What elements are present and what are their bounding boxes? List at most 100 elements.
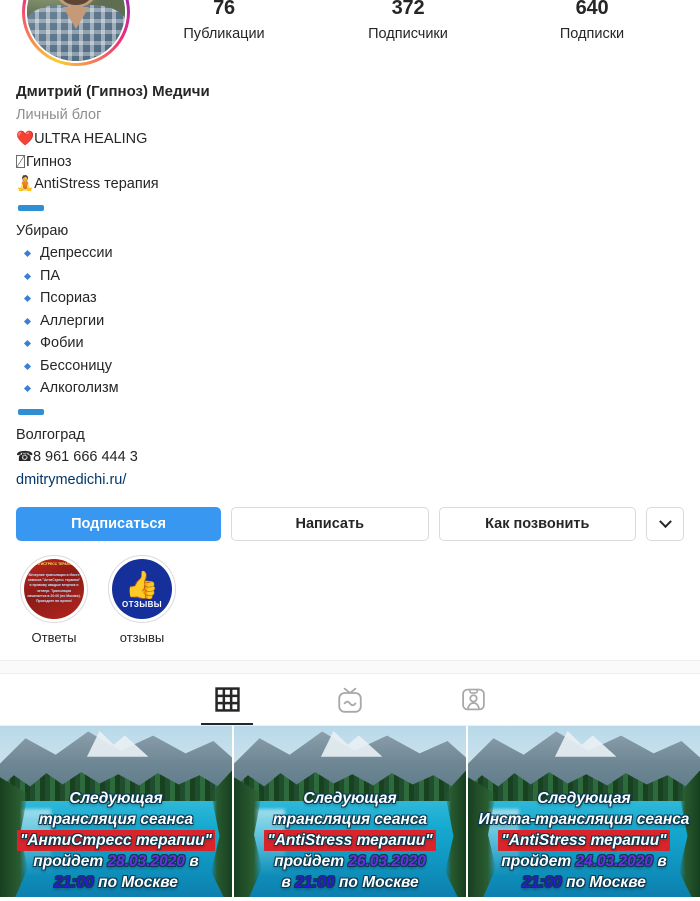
highlight-cover-text: Вечерние трансляции в Инсте сеансов "Ант… xyxy=(27,573,81,604)
profile-header: 76 Публикации 372 Подписчики 640 Подписк… xyxy=(0,0,700,70)
tagged-icon xyxy=(461,688,485,711)
highlight-cover-ring[interactable]: 👍 ОТЗЫВЫ xyxy=(108,555,176,623)
post-prefix: пройдет xyxy=(33,853,108,870)
stat-followers-label: Подписчики xyxy=(368,26,448,42)
post-line-5: в 21:00 по Москве xyxy=(237,872,463,893)
post-time: 21:00 xyxy=(295,874,335,891)
bio-antistress-text: AntiStress терапия xyxy=(34,176,159,192)
posts-grid: Следующая трансляция сеанса "АнтиСтресс … xyxy=(0,726,700,897)
bio-line-hypnosis: Гипноз xyxy=(16,151,684,174)
bio-divider-top xyxy=(18,204,44,211)
stat-followers[interactable]: 372 Подписчики xyxy=(353,0,463,43)
highlight-cover-title: АНТИСТРЕСС ТЕРАПИЯ xyxy=(33,562,75,566)
highlight-cover-ring[interactable]: АНТИСТРЕСС ТЕРАПИЯ Вечерние трансляции в… xyxy=(20,555,88,623)
highlight-otzyvy[interactable]: 👍 ОТЗЫВЫ отзывы xyxy=(108,555,176,646)
stat-following[interactable]: 640 Подписки xyxy=(537,0,647,43)
profile-category: Личный блог xyxy=(16,107,102,123)
post-mid: в xyxy=(653,853,667,870)
bio-conditions-list: Депрессии ПА Псориаз Аллергии Фобии Бесс… xyxy=(22,242,684,400)
igtv-icon xyxy=(338,687,362,713)
more-options-button[interactable] xyxy=(646,507,684,541)
post-time: 21:00 xyxy=(522,874,562,891)
follow-button[interactable]: Подписаться xyxy=(16,507,221,541)
highlight-otvety[interactable]: АНТИСТРЕСС ТЕРАПИЯ Вечерние трансляции в… xyxy=(20,555,88,646)
post-line-1: Следующая xyxy=(69,790,163,807)
highlight-cover-image: 👍 ОТЗЫВЫ xyxy=(112,559,172,619)
post-line-5: 21:00 по Москве xyxy=(471,872,697,893)
telephone-icon: ☎ xyxy=(16,449,33,465)
bio-divider-bottom xyxy=(18,408,44,415)
post-overlay-text: Следующая трансляция сеанса "AntiStress … xyxy=(234,788,466,893)
post-line-2: трансляция сеанса xyxy=(272,811,428,828)
chevron-down-icon xyxy=(658,514,672,528)
tab-igtv[interactable] xyxy=(322,675,378,725)
missing-glyph-icon xyxy=(16,154,25,168)
post-overlay-text: Следующая Инста-трансляция сеанса "AntiS… xyxy=(468,788,700,893)
post-thumbnail-2[interactable]: Следующая трансляция сеанса "AntiStress … xyxy=(234,726,466,897)
tab-posts[interactable] xyxy=(199,675,255,725)
post-line-4: пройдет 26.03.2020 xyxy=(237,851,463,872)
bio-line-antistress: 🧘AntiStress терапия xyxy=(16,173,684,196)
post-line-4: пройдет 28.03.2020 в xyxy=(3,851,229,872)
post-thumbnail-1[interactable]: Следующая трансляция сеанса "АнтиСтресс … xyxy=(0,726,232,897)
profile-bio: Дмитрий (Гипноз) Медичи Личный блог ❤️UL… xyxy=(0,70,700,491)
stat-posts-label: Публикации xyxy=(183,26,265,42)
profile-full-name: Дмитрий (Гипноз) Медичи xyxy=(16,83,210,100)
post-suffix: по Москве xyxy=(561,874,646,891)
thumbs-up-icon: 👍 xyxy=(125,569,159,601)
post-line-2: трансляция сеанса xyxy=(38,811,194,828)
bio-heading-removes: Убираю xyxy=(16,222,69,239)
post-mid: в xyxy=(281,874,295,891)
profile-action-buttons: Подписаться Написать Как позвонить xyxy=(0,491,700,541)
stat-posts-value: 76 xyxy=(213,0,235,19)
meditation-icon: 🧘 xyxy=(16,176,35,192)
post-line-4: пройдет 24.03.2020 в xyxy=(471,851,697,872)
avatar-story-ring[interactable] xyxy=(22,0,130,66)
post-line-3: "AntiStress терапии" xyxy=(471,830,697,851)
tab-tagged[interactable] xyxy=(445,675,501,725)
post-highlight-text: "AntiStress терапии" xyxy=(264,830,436,851)
post-mid: в xyxy=(185,853,199,870)
profile-tabs xyxy=(0,674,700,726)
bio-hypnosis-text: Гипноз xyxy=(26,153,72,170)
post-highlight-text: "AntiStress терапии" xyxy=(498,830,670,851)
post-suffix: по Москве xyxy=(93,874,178,891)
stat-following-value: 640 xyxy=(575,0,609,19)
highlight-cover-image: АНТИСТРЕСС ТЕРАПИЯ Вечерние трансляции в… xyxy=(24,559,84,619)
list-item: Бессоницу xyxy=(22,355,684,378)
heart-icon: ❤️ xyxy=(16,131,35,147)
instagram-profile-page: 76 Публикации 372 Подписчики 640 Подписк… xyxy=(0,0,700,901)
bio-website-link[interactable]: dmitrymedichi.ru/ xyxy=(16,469,126,491)
post-highlight-text: "АнтиСтресс терапии" xyxy=(17,830,215,851)
post-thumbnail-3[interactable]: Следующая Инста-трансляция сеанса "AntiS… xyxy=(468,726,700,897)
section-separator xyxy=(0,660,700,674)
post-line-5: 21:00 по Москве xyxy=(3,872,229,893)
stat-followers-value: 372 xyxy=(391,0,425,19)
list-item: Аллергии xyxy=(22,310,684,333)
post-line-3: "АнтиСтресс терапии" xyxy=(3,830,229,851)
story-highlights: АНТИСТРЕСС ТЕРАПИЯ Вечерние трансляции в… xyxy=(0,541,700,646)
post-suffix: по Москве xyxy=(334,874,419,891)
profile-stats: 76 Публикации 372 Подписчики 640 Подписк… xyxy=(132,0,684,43)
avatar[interactable] xyxy=(25,0,127,63)
stat-posts[interactable]: 76 Публикации xyxy=(169,0,279,43)
call-button[interactable]: Как позвонить xyxy=(438,507,636,541)
post-time: 21:00 xyxy=(54,874,94,891)
grid-icon xyxy=(214,687,240,712)
list-item: ПА xyxy=(22,265,684,288)
post-overlay-text: Следующая трансляция сеанса "АнтиСтресс … xyxy=(0,788,232,893)
post-date: 26.03.2020 xyxy=(348,853,426,870)
post-line-1: Следующая xyxy=(303,790,397,807)
post-line-2: Инста-трансляция сеанса xyxy=(478,811,690,828)
message-button[interactable]: Написать xyxy=(231,507,429,541)
highlight-label: Ответы xyxy=(31,630,77,645)
bio-healing-text: ULTRA HEALING xyxy=(34,131,148,147)
highlight-label: отзывы xyxy=(119,630,165,645)
bio-phone-number: 8 961 666 444 3 xyxy=(32,449,138,465)
post-prefix: пройдет xyxy=(274,853,349,870)
post-prefix: пройдет xyxy=(501,853,576,870)
post-date: 28.03.2020 xyxy=(107,853,186,870)
post-date: 24.03.2020 xyxy=(575,853,654,870)
list-item: Депрессии xyxy=(22,242,684,265)
post-line-3: "AntiStress терапии" xyxy=(237,830,463,851)
